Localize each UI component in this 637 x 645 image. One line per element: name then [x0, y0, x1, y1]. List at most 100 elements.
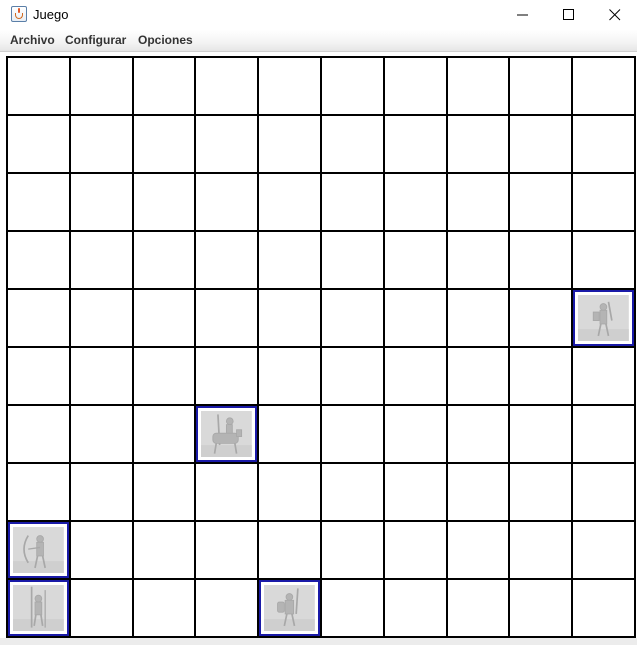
board-cell-r7-c6[interactable]	[384, 464, 446, 520]
board-cell-r0-c9[interactable]	[573, 58, 634, 114]
board-cell-r7-c4[interactable]	[259, 464, 320, 520]
board-cell-r4-c2[interactable]	[133, 290, 195, 346]
board-cell-r6-c7[interactable]	[447, 406, 509, 462]
board-cell-r4-c3[interactable]	[196, 290, 258, 346]
board-cell-r0-c5[interactable]	[322, 58, 383, 114]
board-cell-r2-c3[interactable]	[196, 174, 258, 230]
board-cell-r1-c6[interactable]	[384, 116, 446, 172]
board-cell-r8-c3[interactable]	[196, 522, 258, 578]
board-cell-r0-c3[interactable]	[196, 58, 258, 114]
board-cell-r1-c1[interactable]	[70, 116, 132, 172]
board-cell-r8-c0[interactable]	[8, 522, 69, 578]
board-cell-r2-c1[interactable]	[70, 174, 132, 230]
board-cell-r6-c4[interactable]	[259, 406, 320, 462]
board-cell-r6-c0[interactable]	[8, 406, 69, 462]
board-cell-r3-c7[interactable]	[447, 232, 509, 288]
board-cell-r1-c5[interactable]	[322, 116, 383, 172]
board-cell-r3-c0[interactable]	[8, 232, 69, 288]
board-cell-r5-c2[interactable]	[133, 348, 195, 404]
board-cell-r3-c9[interactable]	[573, 232, 634, 288]
board-cell-r9-c8[interactable]	[510, 580, 572, 636]
board-cell-r9-c4[interactable]	[259, 580, 320, 636]
board-cell-r6-c5[interactable]	[322, 406, 383, 462]
board-cell-r0-c8[interactable]	[510, 58, 572, 114]
maximize-button[interactable]	[546, 0, 592, 30]
board-cell-r5-c9[interactable]	[573, 348, 634, 404]
board-cell-r8-c5[interactable]	[322, 522, 383, 578]
board-cell-r3-c4[interactable]	[259, 232, 320, 288]
board-cell-r7-c7[interactable]	[447, 464, 509, 520]
board-cell-r1-c7[interactable]	[447, 116, 509, 172]
board-cell-r4-c5[interactable]	[322, 290, 383, 346]
board-cell-r5-c1[interactable]	[70, 348, 132, 404]
board-cell-r7-c0[interactable]	[8, 464, 69, 520]
board-cell-r5-c3[interactable]	[196, 348, 258, 404]
board-cell-r8-c6[interactable]	[384, 522, 446, 578]
board-cell-r5-c4[interactable]	[259, 348, 320, 404]
board-cell-r1-c9[interactable]	[573, 116, 634, 172]
board-cell-r6-c3[interactable]	[196, 406, 258, 462]
board-cell-r1-c2[interactable]	[133, 116, 195, 172]
board-cell-r8-c8[interactable]	[510, 522, 572, 578]
board-cell-r4-c4[interactable]	[259, 290, 320, 346]
board-cell-r6-c2[interactable]	[133, 406, 195, 462]
board-cell-r4-c9[interactable]	[573, 290, 634, 346]
board-cell-r9-c5[interactable]	[322, 580, 383, 636]
board-cell-r0-c7[interactable]	[447, 58, 509, 114]
board-cell-r5-c8[interactable]	[510, 348, 572, 404]
board-cell-r1-c0[interactable]	[8, 116, 69, 172]
board-cell-r7-c9[interactable]	[573, 464, 634, 520]
board-cell-r4-c0[interactable]	[8, 290, 69, 346]
board-cell-r6-c6[interactable]	[384, 406, 446, 462]
board-cell-r5-c6[interactable]	[384, 348, 446, 404]
board-cell-r2-c4[interactable]	[259, 174, 320, 230]
board-cell-r9-c7[interactable]	[447, 580, 509, 636]
board-cell-r3-c5[interactable]	[322, 232, 383, 288]
board-cell-r8-c2[interactable]	[133, 522, 195, 578]
close-button[interactable]	[592, 0, 637, 30]
board-cell-r0-c4[interactable]	[259, 58, 320, 114]
menu-opciones[interactable]: Opciones	[138, 33, 193, 47]
menu-configurar[interactable]: Configurar	[65, 33, 126, 47]
board-cell-r7-c2[interactable]	[133, 464, 195, 520]
board-cell-r8-c1[interactable]	[70, 522, 132, 578]
minimize-button[interactable]	[500, 0, 546, 30]
board-cell-r2-c9[interactable]	[573, 174, 634, 230]
board-cell-r2-c7[interactable]	[447, 174, 509, 230]
board-cell-r3-c8[interactable]	[510, 232, 572, 288]
board-cell-r9-c0[interactable]	[8, 580, 69, 636]
board-cell-r4-c7[interactable]	[447, 290, 509, 346]
board-cell-r9-c9[interactable]	[573, 580, 634, 636]
board-cell-r0-c0[interactable]	[8, 58, 69, 114]
board-cell-r5-c7[interactable]	[447, 348, 509, 404]
board-cell-r6-c1[interactable]	[70, 406, 132, 462]
board-cell-r9-c6[interactable]	[384, 580, 446, 636]
board-cell-r4-c8[interactable]	[510, 290, 572, 346]
board-cell-r7-c1[interactable]	[70, 464, 132, 520]
board-cell-r7-c8[interactable]	[510, 464, 572, 520]
board-cell-r7-c3[interactable]	[196, 464, 258, 520]
board-cell-r4-c6[interactable]	[384, 290, 446, 346]
board-cell-r2-c6[interactable]	[384, 174, 446, 230]
board-cell-r9-c2[interactable]	[133, 580, 195, 636]
board-cell-r3-c2[interactable]	[133, 232, 195, 288]
board-cell-r0-c2[interactable]	[133, 58, 195, 114]
board-cell-r3-c3[interactable]	[196, 232, 258, 288]
board-cell-r4-c1[interactable]	[70, 290, 132, 346]
board-cell-r8-c9[interactable]	[573, 522, 634, 578]
board-cell-r7-c5[interactable]	[322, 464, 383, 520]
board-cell-r2-c5[interactable]	[322, 174, 383, 230]
board-cell-r3-c1[interactable]	[70, 232, 132, 288]
menu-archivo[interactable]: Archivo	[10, 33, 55, 47]
board-cell-r1-c3[interactable]	[196, 116, 258, 172]
board-cell-r2-c8[interactable]	[510, 174, 572, 230]
board-cell-r1-c4[interactable]	[259, 116, 320, 172]
board-cell-r5-c0[interactable]	[8, 348, 69, 404]
title-bar[interactable]: Juego	[0, 0, 637, 30]
board-cell-r1-c8[interactable]	[510, 116, 572, 172]
board-cell-r0-c6[interactable]	[384, 58, 446, 114]
board-cell-r2-c2[interactable]	[133, 174, 195, 230]
board-cell-r6-c8[interactable]	[510, 406, 572, 462]
board-cell-r8-c4[interactable]	[259, 522, 320, 578]
board-cell-r0-c1[interactable]	[70, 58, 132, 114]
